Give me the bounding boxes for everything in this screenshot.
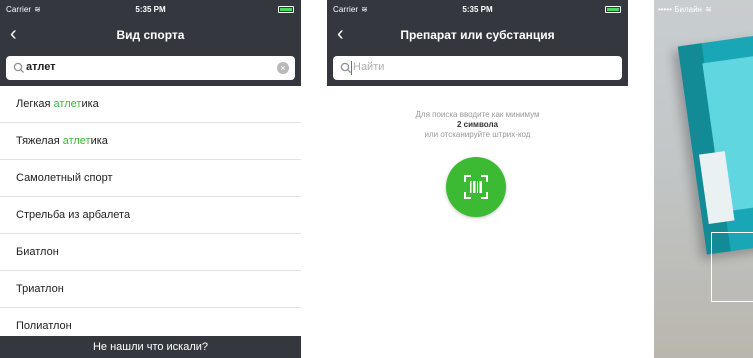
carrier-label: ••••• Билайн ≋ xyxy=(658,5,712,14)
battery-icon xyxy=(278,6,294,13)
list-item-text: Тяжелая xyxy=(16,135,63,147)
list-item-text: Биатлон xyxy=(16,246,59,258)
clear-icon[interactable]: × xyxy=(277,62,289,74)
list-item-match: атлет xyxy=(53,98,82,110)
list-item[interactable]: Самолетный спорт xyxy=(0,160,301,197)
not-found-button[interactable]: Не нашли что искали? xyxy=(0,336,301,358)
list-item-match: атлет xyxy=(62,135,91,147)
list-item[interactable]: Биатлон xyxy=(0,234,301,271)
status-bar: Carrier ≋ 5:35 PM xyxy=(327,0,628,20)
screen-camera-scan: ••••• Билайн ≋ xyxy=(654,0,753,358)
scan-frame xyxy=(711,232,753,302)
list-item-text: Самолетный спорт xyxy=(16,172,113,184)
search-icon xyxy=(13,62,24,73)
status-time: 5:35 PM xyxy=(135,5,166,14)
status-bar: ••••• Билайн ≋ xyxy=(654,0,753,20)
list-item-text: Стрельба из арбалета xyxy=(16,209,131,221)
text-caret xyxy=(351,61,352,75)
list-item-text: Триатлон xyxy=(16,283,64,295)
wifi-icon: ≋ xyxy=(704,5,712,14)
hint-line-2: 2 символа xyxy=(457,120,498,129)
list-item[interactable]: Тяжелая атлетика xyxy=(0,123,301,160)
status-time: 5:35 PM xyxy=(462,5,493,14)
chevron-left-icon[interactable]: ‹ xyxy=(10,24,17,44)
search-query: атлет xyxy=(26,61,56,73)
nav-bar: ‹ Препарат или субстанция xyxy=(327,20,628,50)
chevron-left-icon[interactable]: ‹ xyxy=(337,24,344,44)
search-bar: атлет × xyxy=(0,50,301,86)
search-input[interactable]: Найти xyxy=(333,56,622,80)
battery-icon xyxy=(605,6,621,13)
hint-line-3: или отсканируйте штрих-код xyxy=(424,130,531,139)
search-bar: Найти xyxy=(327,50,628,86)
screen-sport-search: Carrier ≋ 5:35 PM ‹ Вид спорта атлет × Ле… xyxy=(0,0,301,358)
page-title: Вид спорта xyxy=(116,28,185,42)
status-bar: Carrier ≋ 5:35 PM xyxy=(0,0,301,20)
list-item[interactable]: Триатлон xyxy=(0,271,301,308)
search-placeholder: Найти xyxy=(353,61,385,73)
nav-bar: ‹ Вид спорта xyxy=(0,20,301,50)
list-item[interactable]: Стрельба из арбалета xyxy=(0,197,301,234)
scan-barcode-button[interactable] xyxy=(446,157,506,217)
list-item-text: Легкая xyxy=(16,98,54,110)
list-item-text: Полиатлон xyxy=(16,320,72,332)
list-item-text-end: ика xyxy=(81,98,99,110)
barcode-scan-icon xyxy=(464,175,488,199)
list-item[interactable]: Легкая атлетика xyxy=(0,86,301,123)
hint-line-1: Для поиска вводите как минимум xyxy=(415,110,540,119)
page-title: Препарат или субстанция xyxy=(400,28,555,42)
screen-drug-search: Carrier ≋ 5:35 PM ‹ Препарат или субстанц… xyxy=(327,0,628,358)
results-list: Легкая атлетика Тяжелая атлетика Самолетны… xyxy=(0,86,301,345)
search-input[interactable]: атлет × xyxy=(6,56,295,80)
list-item-text-end: ика xyxy=(90,135,108,147)
